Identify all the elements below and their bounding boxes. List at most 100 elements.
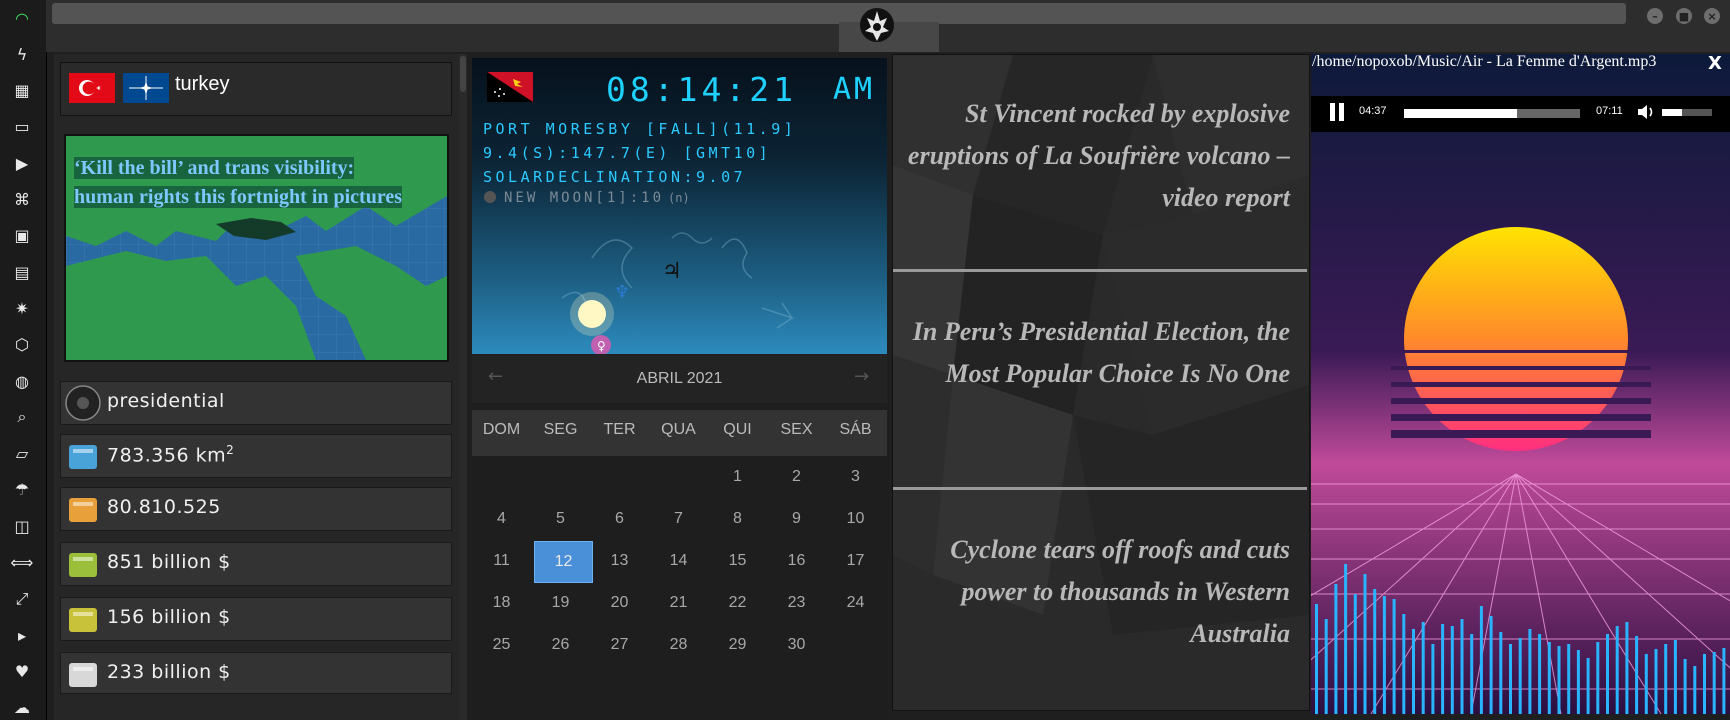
- translate-icon[interactable]: ⌘: [10, 188, 34, 212]
- weekday-label: SEG: [543, 421, 578, 438]
- calendar-day[interactable]: 1: [708, 457, 767, 497]
- globe-icon[interactable]: ◍: [10, 369, 34, 393]
- country-stat-value: 80.810.525: [107, 496, 221, 518]
- country-stat-value: presidential: [107, 390, 225, 412]
- map-pin-icon: [63, 437, 103, 475]
- search-icon[interactable]: ⌕: [10, 405, 34, 429]
- empire-seal-icon: [63, 384, 103, 422]
- calendar-day[interactable]: 22: [708, 583, 767, 623]
- calendar-day[interactable]: 13: [590, 541, 649, 581]
- calendar-day[interactable]: 30: [767, 625, 826, 665]
- equalizer-bar: [1509, 644, 1512, 714]
- archive-icon[interactable]: ▭: [10, 115, 34, 139]
- news-headline[interactable]: In Peru’s Presidential Election, the Mos…: [898, 311, 1290, 395]
- news-caption[interactable]: ‘Kill the bill’ and trans visibility: hu…: [74, 154, 404, 212]
- equalizer-bar: [1412, 629, 1415, 714]
- svg-text:♃: ♃: [662, 259, 682, 284]
- umbrella-icon[interactable]: ☂: [10, 478, 34, 502]
- cloud-icon[interactable]: ☁: [10, 696, 34, 720]
- windows-icon[interactable]: ▦: [10, 79, 34, 103]
- minimize-icon[interactable]: –: [1647, 8, 1663, 24]
- calendar-day[interactable]: 29: [708, 625, 767, 665]
- country-stat-row: 851 billion $: [60, 542, 452, 586]
- calendar-day-today[interactable]: 12: [534, 541, 593, 583]
- calendar-day[interactable]: 20: [590, 583, 649, 623]
- maximize-icon[interactable]: ■: [1676, 8, 1692, 24]
- calendar-day[interactable]: 24: [826, 583, 885, 623]
- address-bar[interactable]: [52, 3, 1626, 24]
- equalizer-bar: [1353, 594, 1357, 714]
- calendar-day[interactable]: 7: [649, 499, 708, 539]
- handshake-icon[interactable]: ⟺: [10, 551, 34, 575]
- calendar-day[interactable]: 18: [472, 583, 531, 623]
- equalizer-bar: [1315, 604, 1318, 714]
- equalizer-bar: [1538, 634, 1542, 714]
- calendar-day[interactable]: 15: [708, 541, 767, 581]
- scrollbar-thumb[interactable]: [460, 56, 466, 92]
- wifi-icon[interactable]: ◠: [10, 6, 34, 30]
- play-icon[interactable]: ▶: [10, 151, 34, 175]
- app-icon-sidebar: [0, 0, 47, 720]
- calendar-day[interactable]: 16: [767, 541, 826, 581]
- close-window-icon[interactable]: ×: [1704, 8, 1720, 24]
- calendar-day[interactable]: 17: [826, 541, 885, 581]
- weekday-label: SEX: [780, 421, 813, 438]
- calendar-day[interactable]: 14: [649, 541, 708, 581]
- youtube-icon[interactable]: ▸: [10, 623, 34, 647]
- calendar-day[interactable]: 19: [531, 583, 590, 623]
- volume-slider[interactable]: [1662, 109, 1712, 116]
- empire-icon[interactable]: ✷: [10, 296, 34, 320]
- rebel-alliance-logo-icon[interactable]: [857, 5, 897, 45]
- contact-icon[interactable]: ◫: [10, 514, 34, 538]
- turkey-flag-icon: [69, 73, 115, 103]
- pause-icon[interactable]: [1330, 103, 1346, 121]
- equalizer-bar: [1625, 622, 1629, 714]
- location-text: PORT MORESBY [FALL](11.9]: [483, 120, 797, 138]
- equalizer-bar: [1441, 624, 1445, 714]
- volume-icon[interactable]: [1636, 103, 1656, 125]
- image-icon[interactable]: ▣: [10, 224, 34, 248]
- map-icon[interactable]: ▱: [10, 442, 34, 466]
- calendar-day[interactable]: 5: [531, 499, 590, 539]
- equalizer-bar: [1586, 658, 1590, 714]
- close-player-icon[interactable]: X: [1708, 53, 1722, 74]
- calendar-day[interactable]: 23: [767, 583, 826, 623]
- lightning-icon[interactable]: ϟ: [10, 42, 34, 66]
- country-stat-row: 80.810.525: [60, 487, 452, 531]
- heart-icon[interactable]: ♥: [10, 659, 34, 683]
- money-pallet-icon: [63, 545, 103, 583]
- calendar-day[interactable]: 10: [826, 499, 885, 539]
- equalizer-bar: [1664, 644, 1668, 714]
- calendar-day[interactable]: 9: [767, 499, 826, 539]
- equalizer-bar: [1576, 650, 1580, 714]
- country-scrollbar[interactable]: [459, 54, 467, 720]
- seek-bar[interactable]: [1404, 109, 1580, 118]
- news-headline[interactable]: St Vincent rocked by explosive eruptions…: [898, 93, 1290, 219]
- nato-flag-icon: [123, 73, 169, 103]
- calendar-day[interactable]: 27: [590, 625, 649, 665]
- equalizer-bar: [1431, 644, 1435, 714]
- calendar-day[interactable]: 25: [472, 625, 531, 665]
- country-stat-row: presidential: [60, 381, 452, 425]
- calendar-day[interactable]: 2: [767, 457, 826, 497]
- hexagon-icon[interactable]: ⬡: [10, 333, 34, 357]
- calendar-day[interactable]: 11: [472, 541, 531, 581]
- svg-text:♀: ♀: [597, 339, 606, 353]
- equalizer-bar: [1615, 626, 1619, 714]
- news-headline[interactable]: Cyclone tears off roofs and cuts power t…: [898, 529, 1290, 655]
- calendar-day[interactable]: 21: [649, 583, 708, 623]
- equalizer-bar: [1421, 622, 1425, 714]
- calendar-day[interactable]: 28: [649, 625, 708, 665]
- calendar-day[interactable]: 8: [708, 499, 767, 539]
- calendar-day[interactable]: 3: [826, 457, 885, 497]
- country-stat-value: 156 billion $: [107, 606, 231, 628]
- equalizer-bar: [1644, 654, 1648, 714]
- country-stat-row: 156 billion $: [60, 597, 452, 641]
- country-stat-value: 851 billion $: [107, 551, 231, 573]
- calendar-day[interactable]: 6: [590, 499, 649, 539]
- calendar-day[interactable]: 4: [472, 499, 531, 539]
- expand-icon[interactable]: ⤢: [10, 587, 34, 611]
- news-icon[interactable]: ▤: [10, 260, 34, 284]
- equalizer-bar: [1528, 629, 1532, 714]
- calendar-day[interactable]: 26: [531, 625, 590, 665]
